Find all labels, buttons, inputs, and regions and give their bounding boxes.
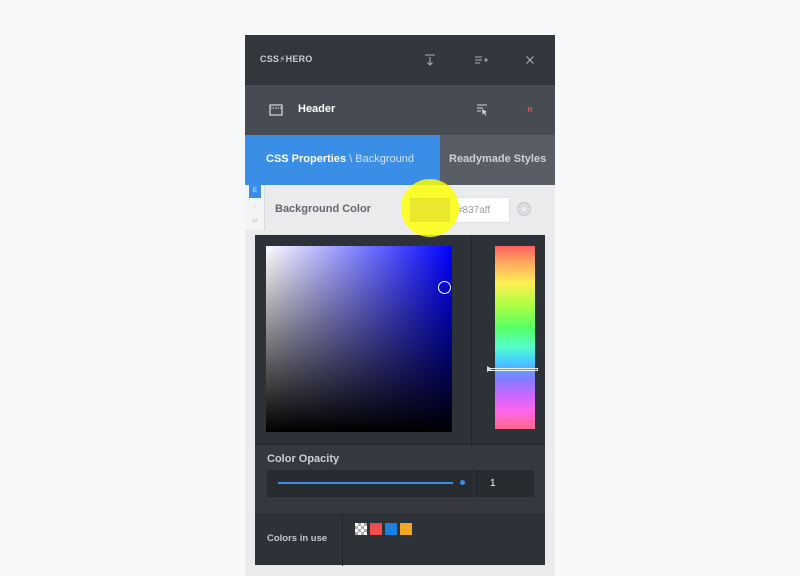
tab-readymade-styles[interactable]: Readymade Styles xyxy=(440,135,555,185)
color-chip-transparent[interactable] xyxy=(355,523,367,535)
opacity-label: Color Opacity xyxy=(267,453,340,465)
background-color-row: Background Color xyxy=(265,185,555,235)
laptop-view-icon[interactable]: ▭ xyxy=(249,215,261,227)
color-wheel-icon[interactable] xyxy=(516,201,532,217)
opacity-track xyxy=(278,482,453,484)
element-header-row: Header R xyxy=(245,85,555,135)
color-picker: Color Opacity 1 Colors in use xyxy=(255,235,545,566)
opacity-slider[interactable] xyxy=(267,470,473,497)
hue-slider-handle[interactable] xyxy=(487,368,538,371)
colors-in-use-section: Colors in use xyxy=(255,514,545,566)
reset-button[interactable]: R xyxy=(521,101,539,119)
property-label: Background Color xyxy=(275,203,371,215)
opacity-value-input[interactable]: 1 xyxy=(474,470,534,497)
desktop-view-icon[interactable]: E xyxy=(249,185,261,198)
color-chip-blue[interactable] xyxy=(385,523,397,535)
element-title: Header xyxy=(298,103,336,115)
close-icon[interactable] xyxy=(521,51,539,69)
select-element-icon[interactable] xyxy=(473,101,491,119)
export-icon[interactable] xyxy=(421,51,439,69)
tablet-view-icon[interactable]: ⋮ xyxy=(249,201,261,213)
color-chip-red[interactable] xyxy=(370,523,382,535)
css-hero-panel: CSS⚡HERO Header R CSS Properties \ Backg… xyxy=(245,35,555,576)
colors-in-use-label: Colors in use xyxy=(267,533,328,544)
opacity-knob[interactable] xyxy=(460,480,465,485)
list-add-icon[interactable] xyxy=(472,51,490,69)
css-hero-logo: CSS⚡HERO xyxy=(260,54,313,64)
panel-tabs: CSS Properties \ Background Readymade St… xyxy=(245,135,555,185)
tab-css-properties[interactable]: CSS Properties \ Background xyxy=(245,135,440,185)
device-switcher: E ⋮ ▭ xyxy=(245,185,265,230)
color-swatch[interactable] xyxy=(410,198,450,222)
picker-divider xyxy=(471,235,472,444)
color-chip-orange[interactable] xyxy=(400,523,412,535)
hex-color-input[interactable] xyxy=(454,197,510,223)
saturation-value-area[interactable] xyxy=(266,246,452,432)
hue-slider[interactable] xyxy=(495,246,535,429)
header-element-icon xyxy=(269,104,283,116)
hue-pointer-icon xyxy=(487,366,492,372)
colors-divider xyxy=(342,515,343,566)
saturation-value-handle[interactable] xyxy=(438,281,451,294)
top-bar: CSS⚡HERO xyxy=(245,35,555,85)
opacity-section: Color Opacity 1 xyxy=(255,444,545,514)
